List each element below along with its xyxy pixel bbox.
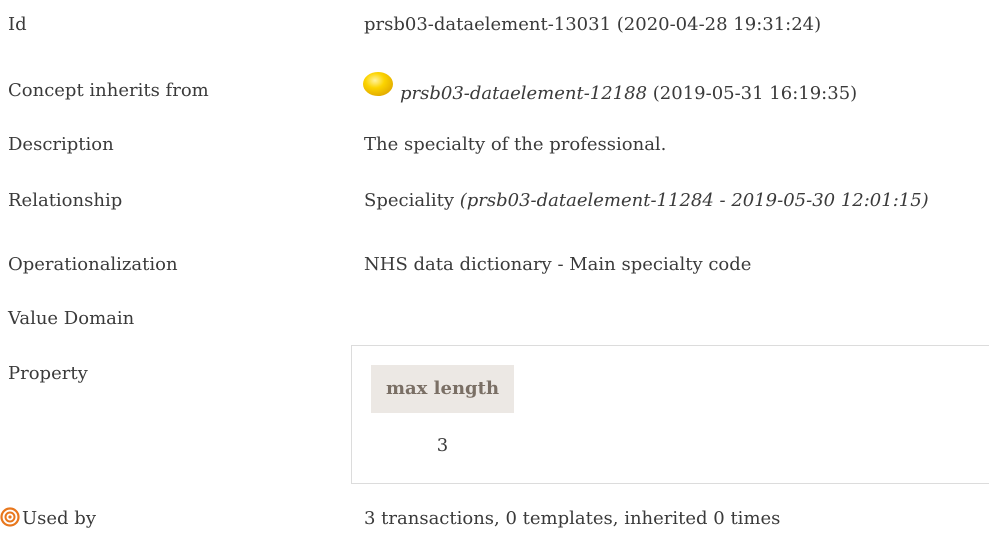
used-by-label: Used by — [22, 508, 96, 529]
value-domain-row: Value Domain — [0, 302, 989, 336]
inherits-value: prsb03-dataelement-12188 (2019-05-31 16:… — [362, 72, 858, 111]
max-length-header: max length — [371, 365, 514, 413]
inherits-row: Concept inherits from prsb03-dataelement… — [0, 72, 989, 111]
operationalization-value: NHS data dictionary - Main specialty cod… — [364, 254, 752, 275]
property-label: Property — [8, 363, 88, 384]
operationalization-label: Operationalization — [8, 254, 178, 275]
description-value: The specialty of the professional. — [364, 134, 667, 155]
inherits-ref-link[interactable]: prsb03-dataelement-12188 — [400, 83, 647, 104]
operationalization-row: Operationalization NHS data dictionary -… — [0, 248, 989, 282]
used-by-value: 3 transactions, 0 templates, inherited 0… — [364, 508, 781, 529]
max-length-value: 3 — [436, 435, 449, 456]
target-icon — [0, 507, 20, 527]
description-label: Description — [8, 134, 114, 155]
id-value: prsb03-dataelement-13031 (2020-04-28 19:… — [364, 14, 822, 35]
inherits-date: (2019-05-31 16:19:35) — [652, 83, 858, 104]
inherits-label: Concept inherits from — [8, 80, 209, 101]
used-by-label-wrap: Used by — [0, 502, 96, 536]
used-by-row: Used by 3 transactions, 0 templates, inh… — [0, 502, 989, 536]
relationship-row: Relationship Speciality (prsb03-dataelem… — [0, 184, 989, 218]
relationship-value: Speciality (prsb03-dataelement-11284 - 2… — [364, 184, 929, 218]
status-dot-icon — [363, 72, 393, 96]
description-row: Description The specialty of the profess… — [0, 128, 989, 162]
id-label: Id — [8, 14, 27, 35]
property-table: max length 3 — [351, 345, 989, 484]
relationship-label: Relationship — [8, 190, 123, 211]
relationship-name: Speciality — [364, 190, 454, 211]
relationship-ref-link[interactable]: (prsb03-dataelement-11284 - 2019-05-30 1… — [460, 190, 929, 211]
id-row: Id prsb03-dataelement-13031 (2020-04-28 … — [0, 8, 989, 42]
value-domain-label: Value Domain — [8, 308, 135, 329]
